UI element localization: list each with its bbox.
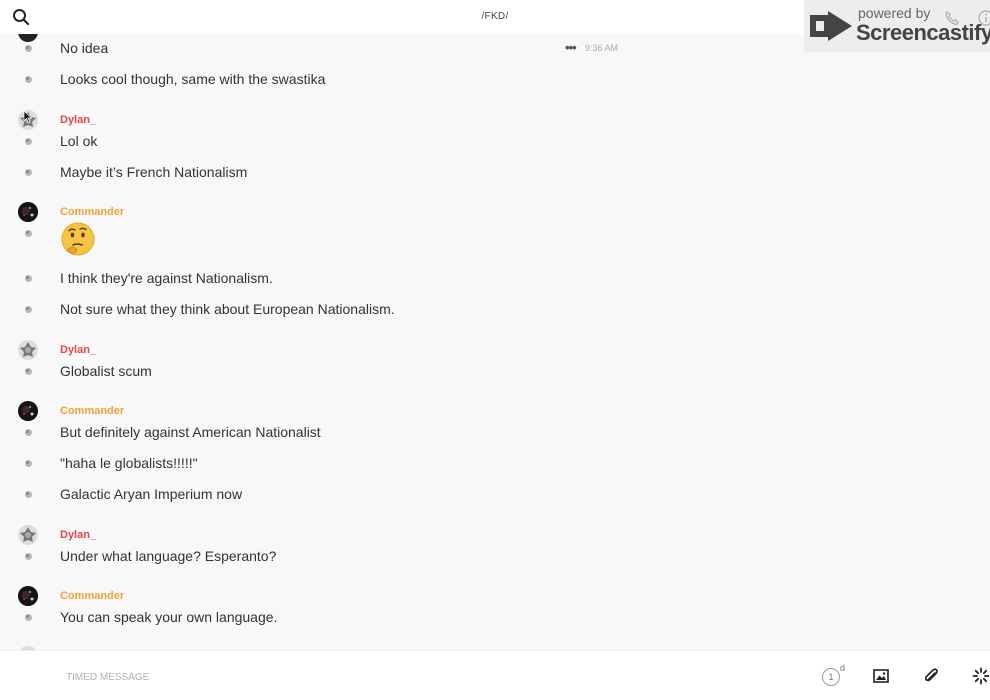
read-indicator bbox=[25, 553, 32, 560]
read-indicator bbox=[25, 76, 32, 83]
image-icon[interactable] bbox=[873, 668, 889, 684]
loading-spinner-icon[interactable] bbox=[972, 667, 990, 685]
avatar[interactable] bbox=[18, 340, 38, 360]
read-indicator bbox=[25, 368, 32, 375]
read-indicator bbox=[25, 306, 32, 313]
author-name[interactable]: Commander bbox=[60, 405, 124, 417]
message-text: No idea bbox=[60, 40, 109, 56]
timer-value: 1 bbox=[822, 668, 840, 686]
avatar[interactable] bbox=[18, 202, 38, 222]
watermark-line2: Screencastify bbox=[856, 20, 990, 45]
read-indicator bbox=[25, 491, 32, 498]
message-text: But definitely against American National… bbox=[60, 424, 321, 440]
message-text: "haha le globalists!!!!!" bbox=[60, 455, 198, 471]
author-name[interactable]: Dylan_ bbox=[60, 529, 96, 541]
more-options-icon[interactable]: ••• bbox=[565, 40, 577, 55]
author-name[interactable]: Commander bbox=[60, 206, 124, 218]
message-timestamp: 9:36 AM bbox=[585, 43, 619, 53]
avatar[interactable] bbox=[18, 586, 38, 606]
message-input[interactable] bbox=[66, 668, 566, 686]
thinking-face-emoji bbox=[60, 221, 96, 260]
message-text: Looks cool though, same with the swastik… bbox=[60, 71, 326, 87]
read-indicator bbox=[25, 45, 32, 52]
read-indicator bbox=[25, 138, 32, 145]
screencastify-watermark: powered by Screencastify bbox=[804, 0, 990, 52]
avatar bbox=[18, 34, 38, 42]
message-text: You can speak your own language. bbox=[60, 609, 278, 625]
read-indicator bbox=[25, 230, 32, 237]
read-indicator bbox=[25, 275, 32, 282]
avatar[interactable] bbox=[18, 401, 38, 421]
author-name[interactable]: Commander bbox=[60, 590, 124, 602]
timer-button[interactable]: 1 d bbox=[822, 663, 846, 688]
message-text: Maybe it’s French Nationalism bbox=[60, 164, 248, 180]
message-text: Globalist scum bbox=[60, 363, 152, 379]
watermark-line1: powered by bbox=[858, 5, 931, 21]
avatar[interactable] bbox=[18, 525, 38, 545]
read-indicator bbox=[25, 614, 32, 621]
timer-unit: d bbox=[840, 663, 846, 673]
message-text: Lol ok bbox=[60, 133, 98, 149]
mouse-cursor-icon bbox=[23, 110, 33, 124]
paperclip-icon[interactable] bbox=[923, 667, 939, 685]
message-text: Not sure what they think about European … bbox=[60, 301, 395, 317]
read-indicator bbox=[25, 169, 32, 176]
screencastify-logo-icon bbox=[810, 11, 852, 41]
author-name[interactable]: Dylan_ bbox=[60, 344, 96, 356]
message-text: Galactic Aryan Imperium now bbox=[60, 486, 243, 502]
read-indicator bbox=[25, 429, 32, 436]
read-indicator bbox=[25, 460, 32, 467]
message-list[interactable]: No idea ••• 9:36 AM Looks cool though, s… bbox=[0, 34, 990, 650]
message-text: Under what language? Esperanto? bbox=[60, 548, 277, 564]
phone-icon[interactable] bbox=[944, 10, 960, 26]
composer-bar: 1 d bbox=[0, 650, 990, 700]
info-icon[interactable] bbox=[978, 10, 990, 26]
author-name[interactable]: Dylan_ bbox=[60, 114, 96, 126]
message-text: I think they're against Nationalism. bbox=[60, 270, 273, 286]
